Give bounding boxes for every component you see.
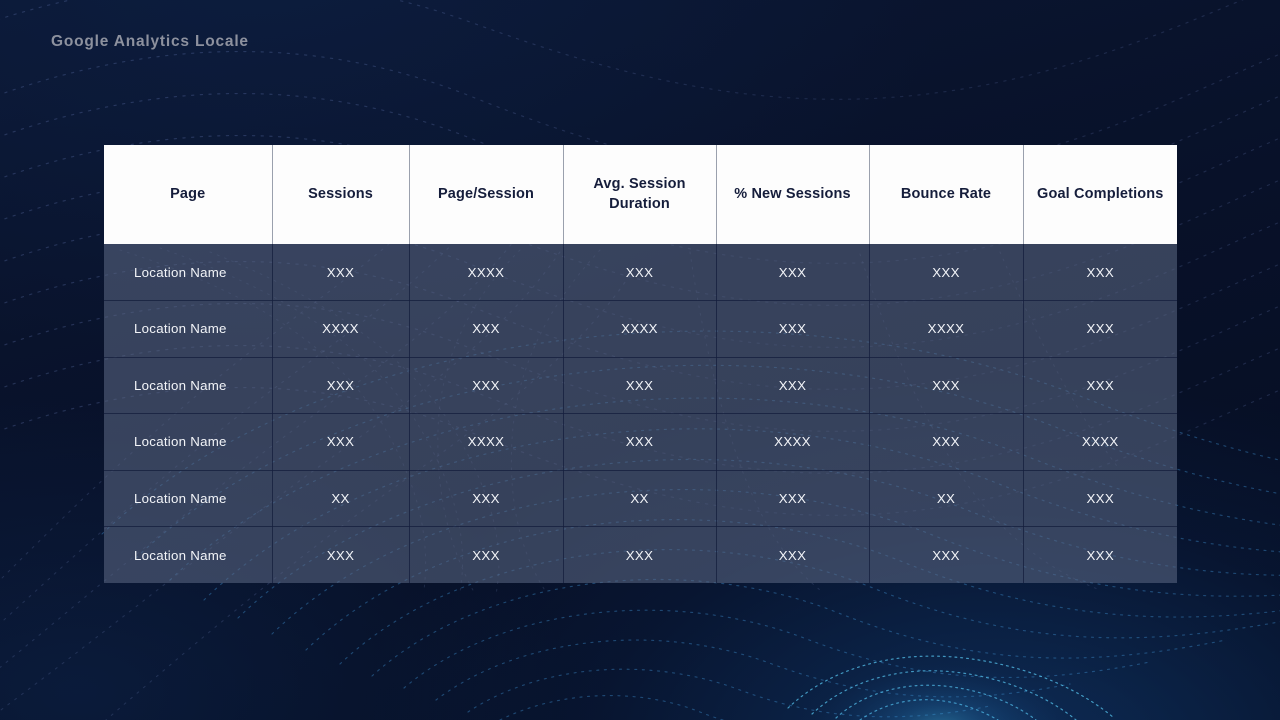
cell-page: Location Name xyxy=(104,244,273,301)
cell-page-session: XXX xyxy=(409,300,564,358)
cell-goal-completions: XXX xyxy=(1023,526,1177,583)
cell-bounce-rate: XXX xyxy=(869,357,1024,414)
table-row[interactable]: Location Name XXX XXX XXX XXX XXX XXX xyxy=(104,526,1177,583)
cell-goal-completions: XXXX xyxy=(1023,413,1177,471)
cell-bounce-rate: XXXX xyxy=(869,300,1024,358)
cell-avg-duration: XXX xyxy=(563,244,717,301)
page-title: Google Analytics Locale xyxy=(51,33,249,50)
table-row[interactable]: Location Name XX XXX XX XXX XX XXX xyxy=(104,470,1177,527)
cell-page-session: XXXX xyxy=(409,413,564,471)
cell-sessions: XXX xyxy=(272,526,410,583)
column-header-bounce-rate[interactable]: Bounce Rate xyxy=(869,145,1024,244)
column-header-goal-completions[interactable]: Goal Completions xyxy=(1023,145,1177,244)
cell-new-sessions: XXX xyxy=(716,357,870,414)
column-header-page-session[interactable]: Page/Session xyxy=(409,145,564,244)
cell-page: Location Name xyxy=(104,413,273,471)
cell-avg-duration: XXX xyxy=(563,357,717,414)
cell-page-session: XXX xyxy=(409,470,564,527)
table-header: Page Sessions Page/Session Avg. Session … xyxy=(104,145,1177,244)
table-row[interactable]: Location Name XXX XXX XXX XXX XXX XXX xyxy=(104,357,1177,414)
cell-sessions: XXX xyxy=(272,244,410,301)
table-body: Location Name XXX XXXX XXX XXX XXX XXX L… xyxy=(104,244,1177,583)
cell-new-sessions: XXXX xyxy=(716,413,870,471)
column-header-sessions[interactable]: Sessions xyxy=(272,145,410,244)
cell-page-session: XXX xyxy=(409,526,564,583)
table-row[interactable]: Location Name XXX XXXX XXX XXX XXX XXX xyxy=(104,244,1177,301)
cell-page: Location Name xyxy=(104,357,273,414)
cell-new-sessions: XXX xyxy=(716,244,870,301)
cell-bounce-rate: XXX xyxy=(869,413,1024,471)
cell-sessions: XXXX xyxy=(272,300,410,358)
cell-sessions: XXX xyxy=(272,413,410,471)
cell-avg-duration: XXXX xyxy=(563,300,717,358)
cell-goal-completions: XXX xyxy=(1023,300,1177,358)
cell-new-sessions: XXX xyxy=(716,470,870,527)
cell-goal-completions: XXX xyxy=(1023,470,1177,527)
cell-page-session: XXXX xyxy=(409,244,564,301)
cell-new-sessions: XXX xyxy=(716,300,870,358)
analytics-table-container: Page Sessions Page/Session Avg. Session … xyxy=(104,145,1177,583)
cell-bounce-rate: XXX xyxy=(869,244,1024,301)
slide-canvas: Google Analytics Locale Page Sessions Pa… xyxy=(0,0,1280,720)
cell-page: Location Name xyxy=(104,526,273,583)
column-header-new-sessions[interactable]: % New Sessions xyxy=(716,145,870,244)
cell-avg-duration: XXX xyxy=(563,413,717,471)
cell-avg-duration: XXX xyxy=(563,526,717,583)
cell-page-session: XXX xyxy=(409,357,564,414)
cell-sessions: XX xyxy=(272,470,410,527)
column-header-avg-session-duration[interactable]: Avg. Session Duration xyxy=(563,145,717,244)
table-row[interactable]: Location Name XXXX XXX XXXX XXX XXXX XXX xyxy=(104,300,1177,358)
cell-goal-completions: XXX xyxy=(1023,357,1177,414)
column-header-page[interactable]: Page xyxy=(104,145,273,244)
cell-page: Location Name xyxy=(104,300,273,358)
cell-bounce-rate: XX xyxy=(869,470,1024,527)
cell-sessions: XXX xyxy=(272,357,410,414)
cell-bounce-rate: XXX xyxy=(869,526,1024,583)
cell-goal-completions: XXX xyxy=(1023,244,1177,301)
google-analytics-locale-table: Page Sessions Page/Session Avg. Session … xyxy=(104,145,1177,583)
cell-page: Location Name xyxy=(104,470,273,527)
table-row[interactable]: Location Name XXX XXXX XXX XXXX XXX XXXX xyxy=(104,413,1177,471)
table-header-row: Page Sessions Page/Session Avg. Session … xyxy=(104,145,1177,244)
cell-avg-duration: XX xyxy=(563,470,717,527)
cell-new-sessions: XXX xyxy=(716,526,870,583)
